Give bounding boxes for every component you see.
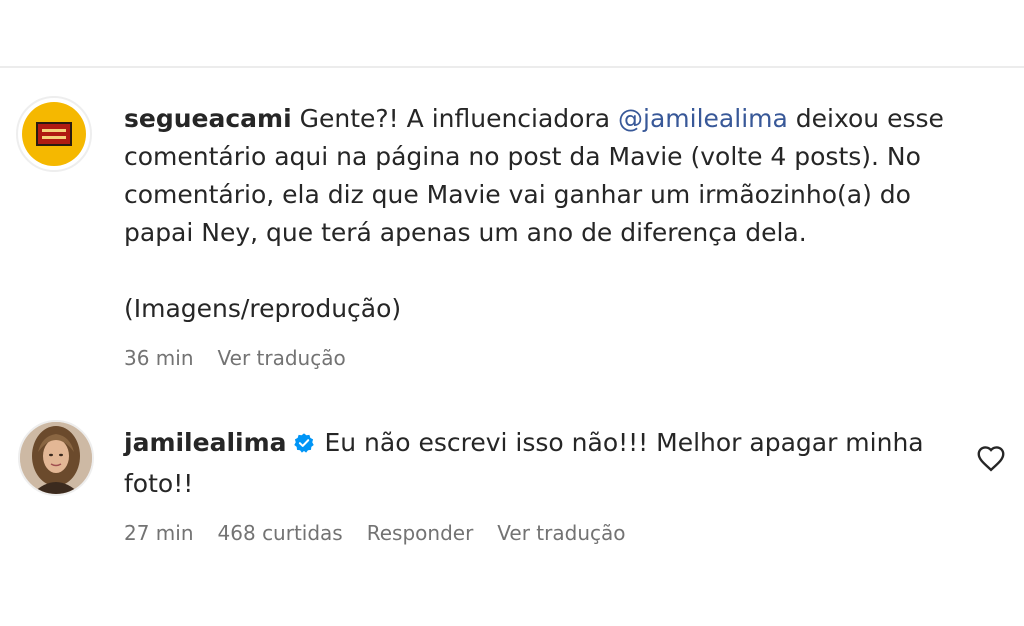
reply-button[interactable]: Responder — [367, 521, 474, 545]
avatar-jamilealima[interactable] — [18, 420, 94, 496]
translate-link[interactable]: Ver tradução — [218, 346, 346, 370]
comment-meta: 27 min 468 curtidas Responder Ver traduç… — [124, 521, 626, 545]
comment-note: (Imagens/reprodução) — [124, 294, 402, 323]
username[interactable]: segueacami — [124, 104, 292, 133]
comment-text: Gente?! A influenciadora — [299, 104, 619, 133]
timestamp[interactable]: 27 min — [124, 521, 194, 545]
profile-photo-icon — [20, 422, 92, 494]
timestamp[interactable]: 36 min — [124, 346, 194, 370]
comment-meta: 36 min Ver tradução — [124, 346, 346, 370]
translate-link[interactable]: Ver tradução — [497, 521, 625, 545]
top-divider — [0, 66, 1024, 68]
mention-link[interactable]: @jamilealima — [618, 104, 788, 133]
avatar-segueacami[interactable] — [16, 96, 92, 172]
heart-icon[interactable] — [976, 444, 1006, 472]
verified-badge-icon — [293, 427, 315, 465]
username[interactable]: jamilealima — [124, 428, 287, 457]
likes-count[interactable]: 468 curtidas — [218, 521, 343, 545]
comment-body: jamilealima Eu não escrevi isso não!!! M… — [124, 424, 954, 503]
logo-sign-icon — [36, 122, 72, 146]
comment-body: segueacami Gente?! A influenciadora @jam… — [124, 100, 984, 328]
